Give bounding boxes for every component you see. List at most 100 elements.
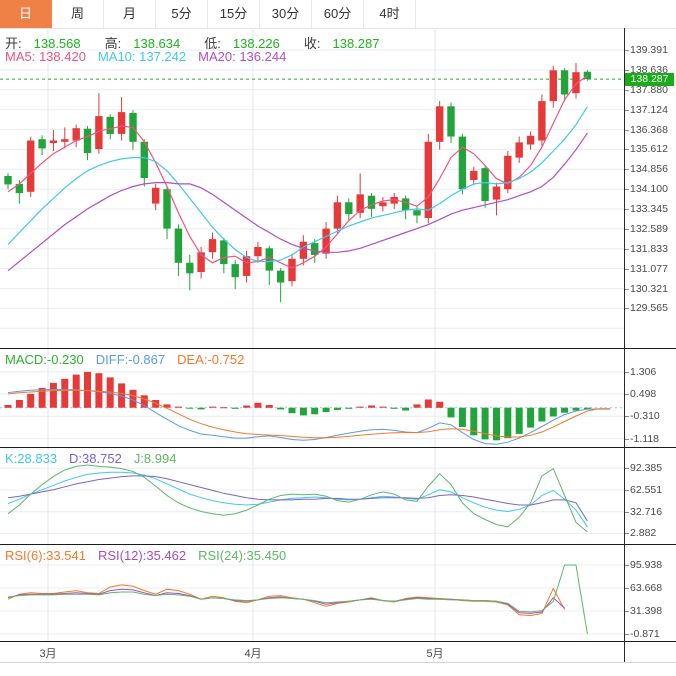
y-axis-label: 31.398 [630, 605, 663, 617]
candle-body [526, 135, 535, 145]
candle-body [413, 210, 421, 216]
candle-body [560, 70, 569, 95]
macd-bar [299, 407, 307, 416]
tab-4hour[interactable]: 4时 [364, 0, 416, 28]
candle-body [379, 202, 387, 207]
macd-bar [458, 407, 466, 427]
y-axis-tick [625, 588, 629, 589]
y-axis-label: 0.498 [630, 388, 657, 400]
candle-body [436, 106, 444, 142]
quote-field: 收: 138.287 [303, 36, 380, 51]
tab-month[interactable]: 月 [104, 0, 156, 28]
macd-bar [197, 407, 205, 410]
ma-value-label: MA5: 138.420 [5, 49, 86, 64]
candle-body [515, 142, 523, 158]
y-axis-label: 134.100 [630, 183, 668, 195]
macd-bar [15, 400, 23, 408]
candle-body [106, 116, 114, 134]
series-line [7, 564, 588, 635]
y-axis-tick [625, 439, 629, 440]
tab-30min[interactable]: 30分 [260, 0, 312, 28]
tab-day[interactable]: 日 [0, 0, 52, 28]
candle-body [186, 262, 194, 274]
macd-bar [368, 405, 375, 408]
macd-bar [95, 373, 103, 408]
y-axis-tick [625, 372, 629, 373]
y-axis-tick [625, 110, 629, 111]
macd-bar [549, 407, 557, 417]
candle-body [492, 186, 501, 200]
macd-value-label: DEA:-0.752 [177, 352, 245, 367]
candle-body [367, 195, 376, 209]
candle-body [401, 198, 410, 211]
macd-bar [311, 407, 319, 415]
y-axis-label: 32.716 [630, 506, 663, 518]
y-axis-label: 135.612 [630, 143, 668, 155]
panel-divider [0, 447, 676, 448]
y-axis-tick [625, 416, 629, 417]
macd-bar [72, 374, 80, 408]
candle-body [72, 128, 80, 141]
ma-value-label: MA10: 137.242 [97, 49, 187, 64]
rsi-value-label: RSI(12):35.462 [97, 548, 187, 563]
macd-value-label: MACD:-0.230 [5, 352, 84, 367]
macd-bar [174, 406, 182, 408]
y-axis-tick [625, 394, 629, 395]
y-axis-label: 92.385 [630, 462, 663, 474]
y-axis-label: 137.124 [630, 104, 668, 116]
y-axis-label: 130.321 [630, 283, 668, 295]
kdj-value-label: K:28.833 [5, 451, 58, 466]
candle-body [174, 228, 183, 263]
candle-body [208, 239, 217, 253]
series-line [7, 75, 588, 269]
y-axis-tick [625, 490, 629, 491]
trading-chart-app: 日周月 5分 15分 30分 60分 4时 开: 138.568 高: 138.634 低: 138… [0, 0, 676, 676]
y-axis-tick [625, 289, 629, 290]
macd-bar [515, 407, 523, 434]
y-axis-tick [625, 533, 629, 534]
panel-divider [0, 348, 676, 349]
y-axis-tick [625, 229, 629, 230]
candle-body [231, 264, 239, 278]
macd-bar [322, 407, 330, 413]
candle-body [549, 70, 557, 102]
candlestick-chart[interactable] [0, 28, 624, 349]
candle-body [220, 240, 228, 265]
candle-body [4, 176, 12, 185]
macd-readout: MACD:-0.230 DIFF:-0.867 DEA:-0.752 [5, 352, 256, 367]
macd-bar [390, 407, 398, 409]
macd-bar [538, 407, 546, 422]
x-axis-month-label: 5月 [426, 648, 444, 660]
y-axis-tick [625, 634, 629, 635]
candle-body [288, 258, 296, 282]
candle-body [152, 187, 160, 204]
y-axis-label: 131.077 [630, 263, 668, 275]
tab-week[interactable]: 周 [52, 0, 104, 28]
y-axis-label: 134.856 [630, 163, 668, 175]
candle-body [254, 247, 262, 257]
macd-bar [333, 407, 341, 410]
tab-15min[interactable]: 15分 [208, 0, 260, 28]
candle-body [27, 140, 35, 192]
kdj-value-label: D:38.752 [69, 451, 122, 466]
kdj-value-label: J:8.994 [133, 451, 177, 466]
y-axis-label: 129.565 [630, 302, 668, 314]
macd-bar [220, 407, 228, 409]
macd-bar [4, 405, 12, 408]
candle-body [311, 243, 319, 255]
macd-bar [61, 378, 69, 408]
candle-body [49, 140, 58, 144]
tab-60min[interactable]: 60分 [312, 0, 364, 28]
candle-body [117, 112, 126, 134]
y-axis-tick [625, 308, 629, 309]
macd-bar [356, 406, 364, 408]
candle-body [265, 248, 273, 271]
y-axis-tick [625, 70, 629, 71]
y-axis-label: 95.938 [630, 559, 663, 571]
tab-5min[interactable]: 5分 [156, 0, 208, 28]
macd-bar [231, 407, 239, 409]
y-axis-label: 63.668 [630, 582, 663, 594]
candle-body [447, 106, 455, 137]
candle-body [345, 202, 353, 215]
macd-bar [49, 382, 57, 408]
